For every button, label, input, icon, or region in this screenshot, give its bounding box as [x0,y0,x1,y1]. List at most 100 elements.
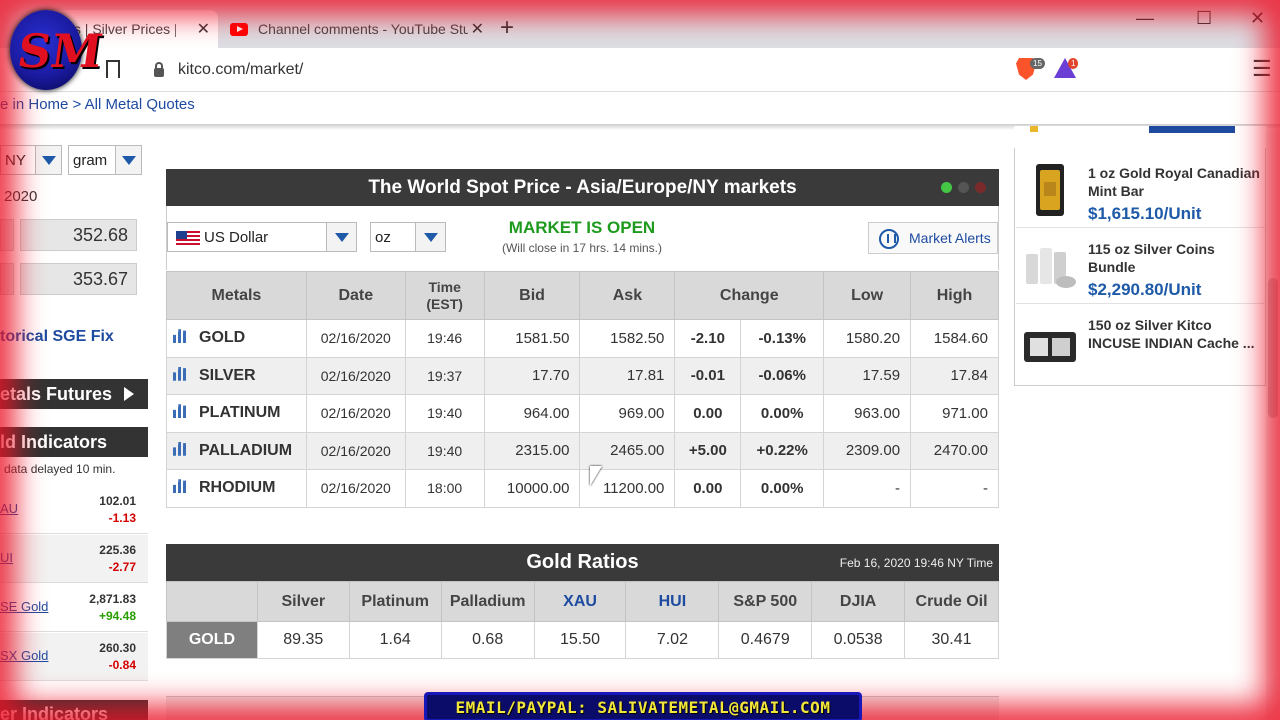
close-tab-icon[interactable]: ✕ [471,19,484,39]
indicator-row: SX Gold 260.30 -0.84 [0,633,148,681]
quote-date: 02/16/2020 [305,356,406,395]
market-alerts-button[interactable]: Market Alerts [868,222,998,254]
chart-icon[interactable] [173,329,187,344]
currency-select-value: US Dollar [204,228,269,246]
col-header-bid: Bid [483,271,581,320]
scrollbar-thumb[interactable] [1268,278,1278,418]
new-tab-button[interactable]: + [500,14,514,42]
spot-price-title: The World Spot Price - Asia/Europe/NY ma… [368,177,797,198]
ratio-header-platinum: Platinum [348,581,442,622]
metal-name[interactable]: PALLADIUM [166,431,307,470]
ask-price: 17.81 [579,356,676,395]
decor-strip [1030,126,1038,132]
metal-name[interactable]: RHODIUM [166,469,307,508]
high-price: 1584.60 [910,319,999,358]
change-value: -0.01 [674,356,742,395]
menu-icon[interactable]: ☰ [1252,56,1272,82]
chart-icon[interactable] [173,366,187,381]
chart-icon[interactable] [173,404,187,419]
bid-price: 2315.00 [483,431,581,470]
gold-ratios-timestamp: Feb 16, 2020 19:46 NY Time [839,556,993,570]
spot-price-header: The World Spot Price - Asia/Europe/NY ma… [166,169,999,206]
quote-date: 02/16/2020 [305,394,406,433]
rewards-badge: 1 [1068,58,1079,69]
currency-select[interactable]: US Dollar [167,222,357,252]
indicator-row: AU 102.01 -1.13 [0,486,148,534]
email-banner: EMAIL/PAYPAL: SALIVATEMETAL@GMAIL.COM [424,692,862,720]
close-tab-icon[interactable]: ✕ [197,19,210,39]
fix-year: 2020 [4,188,38,205]
change-percent: -0.13% [740,319,825,358]
other-indicators-bar[interactable]: er Indicators [0,700,148,720]
status-light-red [975,182,986,193]
play-arrow-icon [124,387,134,401]
quote-time: 19:46 [404,319,485,358]
metal-name[interactable]: GOLD [166,319,307,358]
change-percent: 0.00% [740,469,825,508]
close-window-button[interactable]: ✕ [1250,8,1265,29]
indicator-name-link[interactable]: AU [0,501,18,516]
col-header-high: High [910,271,999,320]
breadcrumb-home-link[interactable]: Home [28,96,68,113]
quote-time: 19:40 [404,431,485,470]
decor-strip [1149,126,1235,133]
ask-price: 2465.00 [579,431,676,470]
low-price: 2309.00 [823,431,912,470]
breadcrumb-current[interactable]: All Metal Quotes [85,96,195,113]
breadcrumb: e in Home > All Metal Quotes [0,96,195,120]
quote-time: 18:00 [404,469,485,508]
market-status: MARKET IS OPEN [508,218,656,237]
price-label-stub [0,219,14,251]
table-row: PLATINUM 02/16/2020 19:40 964.00 969.00 … [166,394,999,433]
product-card[interactable]: 115 oz Silver Coins Bundle $2,290.80/Uni… [1016,228,1266,304]
low-price: 963.00 [823,394,912,433]
chart-icon[interactable] [173,441,187,456]
market-select-value: NY [5,151,26,169]
unit-select[interactable]: gram [68,145,142,175]
metals-futures-bar[interactable]: etals Futures [0,379,148,409]
tab-youtube-studio[interactable]: Channel comments - YouTube Stu ✕ [222,10,492,48]
silver-cache-image [1024,332,1076,362]
ratio-header-xau-link[interactable]: XAU [533,581,627,622]
maximize-button[interactable]: ☐ [1196,8,1212,29]
indicator-name-link[interactable]: UI [0,550,13,565]
ratio-value: 0.68 [440,621,535,659]
weight-unit-select[interactable]: oz [370,222,446,252]
product-card[interactable]: 1 oz Gold Royal Canadian Mint Bar $1,615… [1016,152,1266,228]
corner-cell [166,581,258,622]
quote-time: 19:37 [404,356,485,395]
metal-label: PALLADIUM [199,441,293,459]
bookmark-icon[interactable] [106,60,120,82]
col-header-low: Low [823,271,912,320]
indicator-change: -0.84 [108,658,136,672]
lock-icon[interactable] [154,61,164,77]
delay-note: data delayed 10 min. [4,462,116,476]
quote-time: 19:40 [404,394,485,433]
indicator-name-link[interactable]: SX Gold [0,648,48,663]
minimize-button[interactable]: — [1136,8,1154,29]
youtube-icon [230,22,248,36]
ratio-header-palladium: Palladium [440,581,535,622]
product-name: 1 oz Gold Royal Canadian Mint Bar [1088,165,1260,199]
url-field[interactable]: kitco.com/market/ [140,54,1010,86]
chevron-down-icon [415,223,445,251]
change-value: +5.00 [674,431,742,470]
gold-ratios-header: Gold Ratios Feb 16, 2020 19:46 NY Time [166,544,999,581]
metal-name[interactable]: PLATINUM [166,394,307,433]
spot-price-table: Metals Date Time (EST) Bid Ask Change Low… [166,271,999,508]
indicator-name-link[interactable]: SE Gold [0,599,48,614]
chart-icon[interactable] [173,479,187,494]
historical-sge-fix-link[interactable]: torical SGE Fix [0,328,114,346]
low-price: 17.59 [823,356,912,395]
gold-ratios-table: Silver Platinum Palladium XAU HUI S&P 50… [166,581,999,659]
metal-name[interactable]: SILVER [166,356,307,395]
page-scrollbar[interactable] [1266,130,1280,720]
email-banner-text: EMAIL/PAYPAL: SALIVATEMETAL@GMAIL.COM [455,697,831,717]
unit-select-value: gram [73,151,108,169]
market-select[interactable]: NY [0,145,62,175]
ratio-value: 30.41 [904,621,999,659]
indicator-row: UI 225.36 -2.77 [0,535,148,583]
chevron-down-icon [115,146,141,174]
product-card[interactable]: 150 oz Silver Kitco INCUSE INDIAN Cache … [1016,304,1266,382]
ratio-header-hui-link[interactable]: HUI [625,581,720,622]
